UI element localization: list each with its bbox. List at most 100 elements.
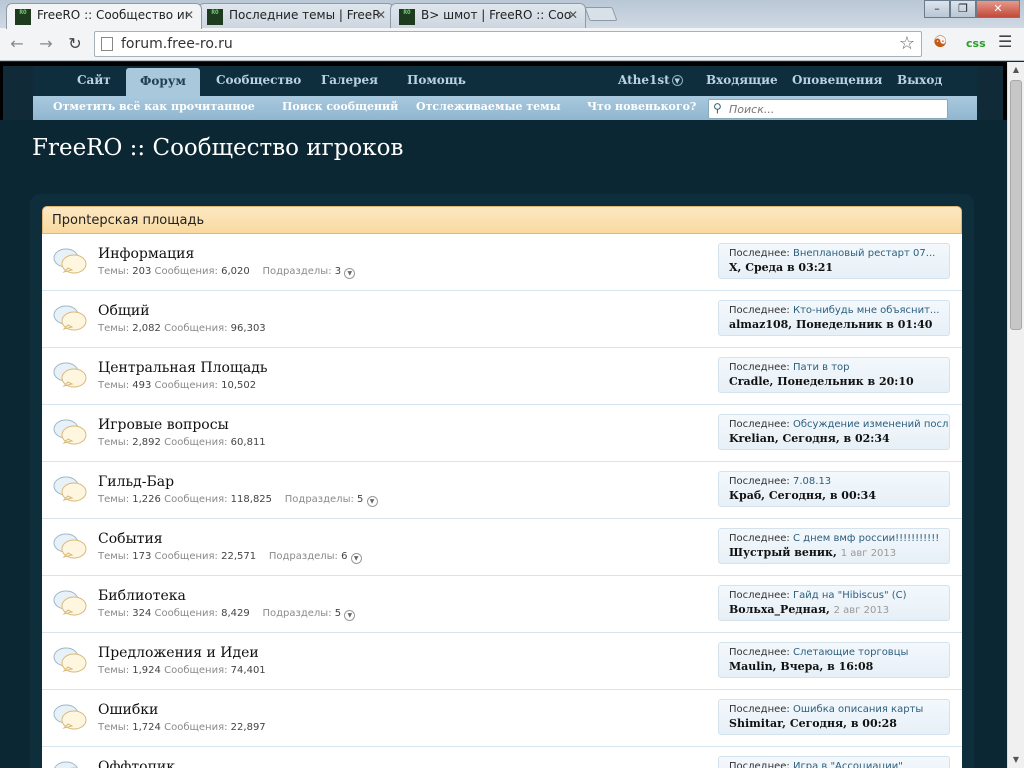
threads-label: Темы: (98, 494, 130, 505)
last-post-user[interactable]: Maulin (729, 660, 773, 673)
nav-inbox[interactable]: Входящие (706, 73, 778, 87)
tab-close-icon[interactable]: ✕ (568, 8, 578, 22)
browser-tabstrip: RO FreeRO :: Сообщество иг ✕ RO Последни… (0, 0, 1024, 29)
browser-tab-2[interactable]: RO Последние темы | FreeR( ✕ (198, 3, 394, 28)
forum-row: Предложения и Идеи Темы: 1,924 Сообщения… (42, 633, 962, 690)
last-post-box: Последнее: Внеплановый рестарт 07... X, … (718, 243, 950, 279)
back-arrow-icon[interactable]: ← (6, 34, 28, 56)
subforums-toggle[interactable]: Подразделы: 5 ▼ (253, 608, 356, 621)
last-post-label: Последнее: (729, 419, 790, 430)
last-post-label: Последнее: (729, 590, 790, 601)
vertical-scrollbar[interactable]: ▲ ▼ (1007, 62, 1024, 768)
forum-title[interactable]: События (98, 531, 163, 547)
scroll-up-icon[interactable]: ▲ (1008, 62, 1024, 78)
nav-user-menu[interactable]: Athe1st ▼ (618, 73, 683, 87)
extension-css-icon[interactable]: css (966, 37, 986, 50)
last-post-label: Последнее: (729, 647, 790, 658)
threads-count: 324 (132, 608, 152, 619)
nav-gallery[interactable]: Галерея (321, 73, 378, 87)
last-post-time: , (833, 546, 837, 559)
nav-community[interactable]: Сообщество (216, 73, 301, 87)
tab-close-icon[interactable]: ✕ (376, 8, 386, 22)
browser-tab-3[interactable]: RO В> шмот | FreeRO :: Сооб ✕ (390, 3, 586, 28)
new-tab-button[interactable] (584, 7, 618, 21)
secondary-nav: Отметить всё как прочитанное Поиск сообщ… (33, 96, 977, 120)
threads-count: 1,226 (132, 494, 161, 505)
last-post-time: , Среда в 03:21 (737, 261, 834, 274)
subforums-count: 6 (341, 551, 348, 562)
forum-row: Гильд-Бар Темы: 1,226 Сообщения: 118,825… (42, 462, 962, 519)
last-post-user[interactable]: almaz108 (729, 318, 788, 331)
last-post-user[interactable]: Shimitar (729, 717, 782, 730)
forum-title[interactable]: Оффтопик (98, 759, 175, 768)
last-post-user[interactable]: Krelian (729, 432, 775, 445)
minimize-icon[interactable]: – (924, 0, 950, 18)
last-post-user[interactable]: Шустрый веник (729, 546, 833, 559)
last-post-link[interactable]: Пати в тор (793, 362, 850, 373)
browser-tab-1[interactable]: RO FreeRO :: Сообщество иг ✕ (6, 3, 202, 29)
threads-count: 1,724 (132, 722, 161, 733)
search-messages-link[interactable]: Поиск сообщений (282, 100, 398, 113)
threads-label: Темы: (98, 608, 130, 619)
last-post-link[interactable]: С днем вмф россии!!!!!!!!!!! (793, 533, 939, 544)
forum-title[interactable]: Гильд-Бар (98, 474, 174, 490)
last-post-link[interactable]: 7.08.13 (793, 476, 831, 487)
subforums-label: Подразделы: (262, 608, 332, 619)
subforums-toggle[interactable]: Подразделы: 5 ▼ (275, 494, 378, 507)
nav-alerts[interactable]: Оповещения (792, 73, 882, 87)
threads-count: 493 (132, 380, 152, 391)
watched-threads-link[interactable]: Отслеживаемые темы (416, 100, 561, 113)
last-post-user[interactable]: Вольха_Редная (729, 603, 826, 616)
forum-title[interactable]: Предложения и Идеи (98, 645, 259, 661)
last-post-label: Последнее: (729, 362, 790, 373)
chevron-down-icon: ▼ (671, 75, 683, 86)
last-post-link[interactable]: Слетающие торговцы (793, 647, 908, 658)
forum-title[interactable]: Информация (98, 246, 194, 262)
forum-title[interactable]: Игровые вопросы (98, 417, 229, 433)
forum-stats: Темы: 2,082 Сообщения: 96,303 (98, 323, 266, 334)
forum-title[interactable]: Центральная Площадь (98, 360, 268, 376)
wrench-menu-icon[interactable]: ☰ (998, 32, 1012, 51)
last-post-user[interactable]: Cradle (729, 375, 770, 388)
last-post-link[interactable]: Обсуждение изменений после... (793, 419, 949, 430)
tab-close-icon[interactable]: ✕ (184, 8, 194, 22)
messages-count: 96,303 (230, 323, 266, 334)
window-controls: – ❐ ✕ (924, 0, 1020, 18)
category-header[interactable]: Прontерская площадь (42, 206, 962, 234)
reload-icon[interactable]: ↻ (64, 34, 86, 56)
nav-logout[interactable]: Выход (897, 73, 942, 87)
close-window-icon[interactable]: ✕ (976, 0, 1020, 18)
forward-arrow-icon[interactable]: → (35, 34, 57, 56)
bookmark-star-icon[interactable]: ☆ (899, 33, 915, 54)
search-input[interactable] (729, 102, 939, 116)
address-bar[interactable]: forum.free-ro.ru ☆ (94, 31, 922, 57)
last-post-user[interactable]: X (729, 261, 738, 274)
subforums-toggle[interactable]: Подразделы: 6 ▼ (259, 551, 362, 564)
forum-row: Ошибки Темы: 1,724 Сообщения: 22,897 Пос… (42, 690, 962, 747)
last-post-link[interactable]: Гайд на "Hibiscus" (C) (793, 590, 907, 601)
forum-title[interactable]: Библиотека (98, 588, 186, 604)
nav-help[interactable]: Помощь (407, 73, 466, 87)
search-box: ⚲ (708, 99, 948, 119)
last-post-link[interactable]: Игра в "Ассоциации" (793, 761, 903, 768)
extension-cow-icon[interactable]: ☯ (933, 32, 947, 51)
nav-forum[interactable]: Форум (126, 68, 200, 98)
last-post-link[interactable]: Ошибка описания карты (793, 704, 923, 715)
forum-title[interactable]: Ошибки (98, 702, 158, 718)
mark-all-read-link[interactable]: Отметить всё как прочитанное (53, 100, 255, 113)
restore-icon[interactable]: ❐ (950, 0, 976, 18)
scroll-down-icon[interactable]: ▼ (1008, 752, 1024, 768)
last-post-box: Последнее: Гайд на "Hibiscus" (C) Вольха… (718, 585, 950, 621)
forum-title[interactable]: Общий (98, 303, 150, 319)
last-post-user[interactable]: Краб (729, 489, 761, 502)
nav-site[interactable]: Сайт (77, 73, 111, 87)
last-post-link[interactable]: Внеплановый рестарт 07... (793, 248, 935, 259)
scrollbar-thumb[interactable] (1010, 80, 1022, 330)
forum-stats: Темы: 1,724 Сообщения: 22,897 (98, 722, 266, 733)
subforums-toggle[interactable]: Подразделы: 3 ▼ (253, 266, 356, 279)
whats-new-link[interactable]: Что новенького? (587, 100, 696, 113)
last-post-time: , Сегодня, в 00:34 (761, 489, 876, 502)
last-post-link[interactable]: Кто-нибудь мне объяснит... (793, 305, 939, 316)
last-post-box: Последнее: Пати в тор Cradle, Понедельни… (718, 357, 950, 393)
messages-label: Сообщения: (154, 608, 218, 619)
